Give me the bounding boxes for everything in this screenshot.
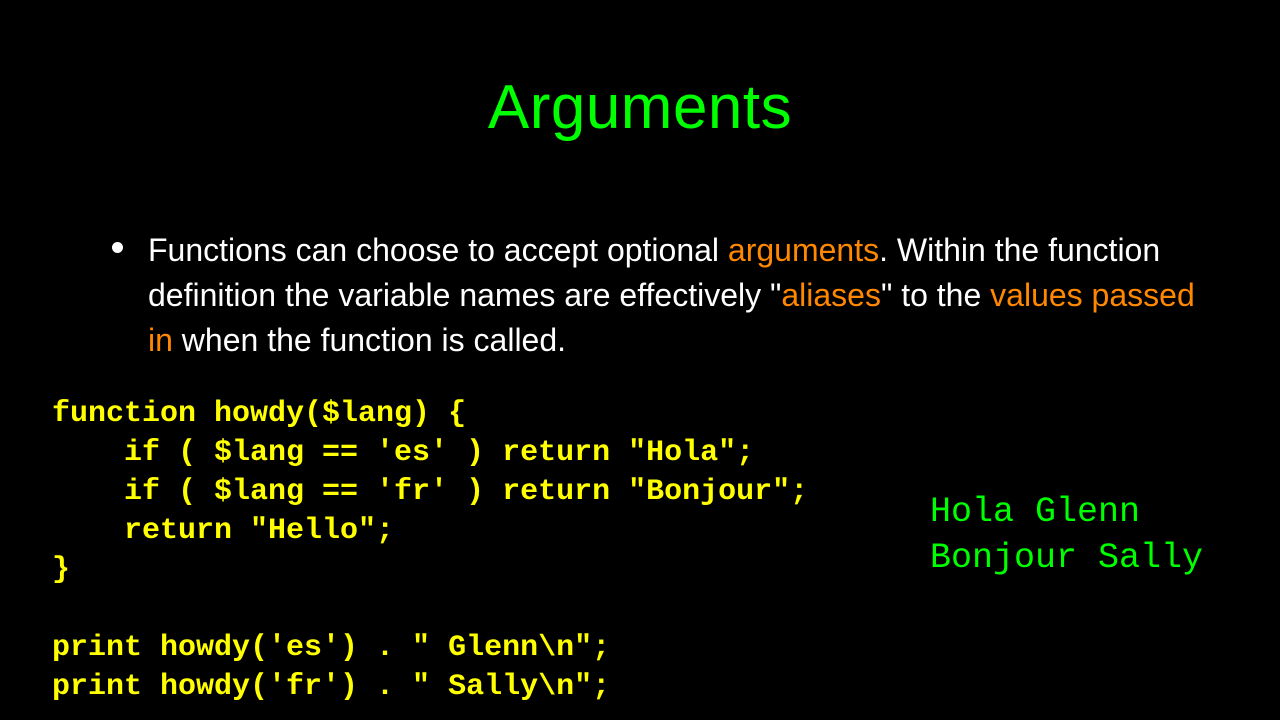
- bullet-item: Functions can choose to accept optional …: [100, 228, 1220, 362]
- slide-title: Arguments: [0, 0, 1280, 143]
- bullet-text-5: " to the: [881, 277, 990, 313]
- bullet-icon: [112, 242, 123, 253]
- bullet-highlight-arguments: arguments: [728, 232, 879, 268]
- bullet-text: Functions can choose to accept optional …: [148, 228, 1220, 362]
- bullet-text-1: Functions can choose to accept optional: [148, 232, 728, 268]
- code-output: Hola Glenn Bonjour Sally: [930, 490, 1203, 581]
- bullet-text-7: when the function is called.: [173, 322, 566, 358]
- bullet-highlight-aliases: aliases: [781, 277, 881, 313]
- slide: Arguments Functions can choose to accept…: [0, 0, 1280, 720]
- code-sample: function howdy($lang) { if ( $lang == 'e…: [52, 395, 808, 707]
